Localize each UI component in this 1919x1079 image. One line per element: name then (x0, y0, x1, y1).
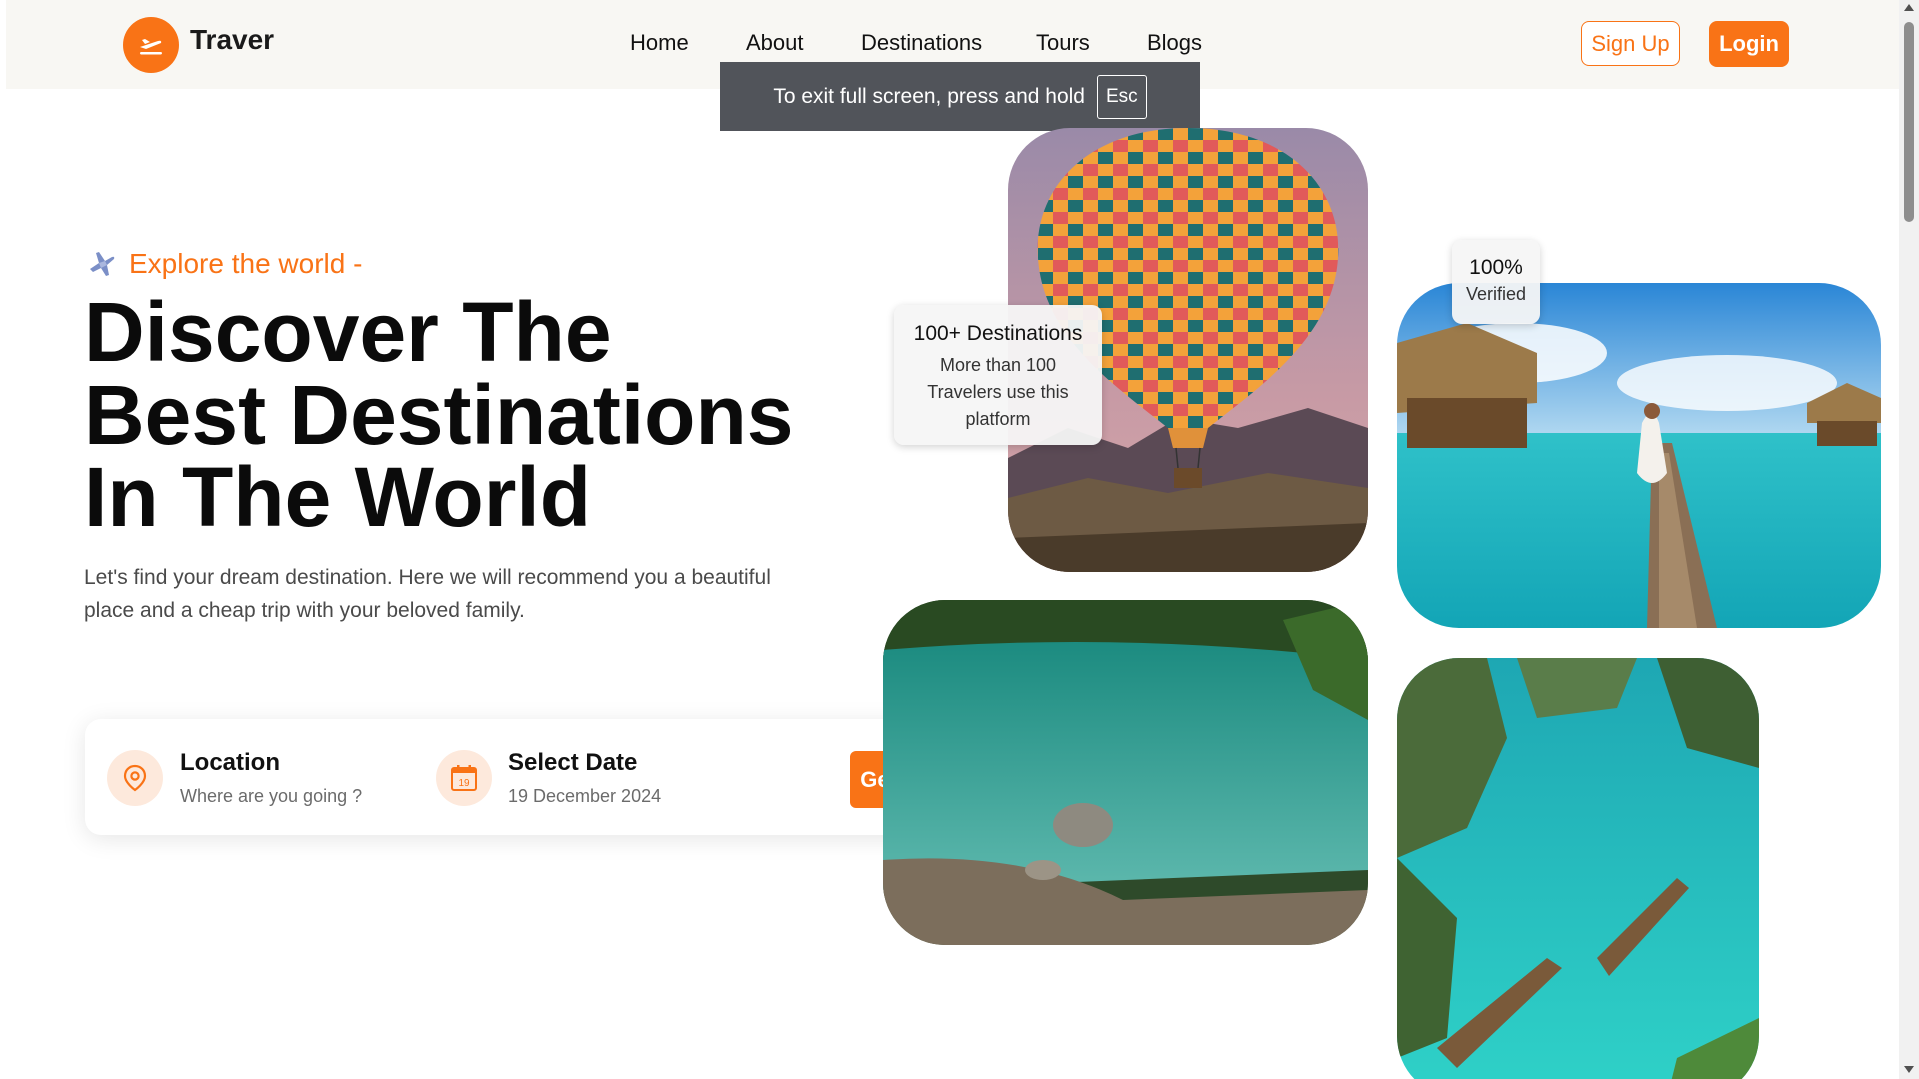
nav-blogs[interactable]: Blogs (1147, 30, 1202, 56)
verified-stat-label: Verified (1465, 284, 1527, 304)
map-pin-icon (107, 750, 163, 806)
nav-about[interactable]: About (746, 30, 804, 56)
hero-description: Let's find your dream destination. Here … (84, 566, 771, 622)
brand-name[interactable]: Traver (190, 24, 274, 56)
toast-text: To exit full screen, press and hold (773, 84, 1085, 108)
location-label: Location (180, 749, 280, 776)
location-input[interactable]: Where are you going ? (180, 786, 362, 807)
lake-image (883, 600, 1368, 945)
fullscreen-toast: To exit full screen, press and hold Esc (720, 62, 1200, 131)
hero-title-line-1: Discover The (84, 285, 612, 379)
lagoon-image (1397, 658, 1759, 1079)
scroll-thumb[interactable] (1904, 22, 1914, 222)
date-label: Select Date (508, 749, 638, 776)
destinations-stat-title: 100+ Destinations (913, 322, 1083, 345)
verified-stat-card: 100% Verified (1452, 240, 1540, 324)
esc-key-badge: Esc (1096, 74, 1147, 119)
tagline-text: Explore the world - (129, 248, 363, 279)
page: Traver Home About Destinations Tours Blo… (0, 0, 1899, 1079)
airplane-icon (90, 252, 115, 276)
hero-title-line-2: Best Destinations (84, 368, 794, 462)
calendar-icon[interactable]: 19 (436, 750, 492, 806)
verified-stat-value: 100% (1469, 256, 1523, 279)
svg-text:19: 19 (458, 778, 470, 789)
hero-title-line-3: In The World (84, 450, 592, 544)
destinations-stat-card: 100+ Destinations More than 100 Traveler… (894, 305, 1102, 445)
page-scrollbar[interactable] (1899, 0, 1919, 1079)
hero-tagline: Explore the world - (87, 248, 362, 280)
scroll-up-arrow-icon[interactable] (1904, 4, 1914, 11)
date-input[interactable]: 19 December 2024 (508, 786, 661, 807)
search-card: Location Where are you going ? 19 Select… (85, 719, 1013, 835)
nav-home[interactable]: Home (630, 30, 689, 56)
nav-tours[interactable]: Tours (1036, 30, 1090, 56)
maldives-image (1397, 283, 1881, 628)
signup-button[interactable]: Sign Up (1581, 21, 1680, 66)
nav-destinations[interactable]: Destinations (861, 30, 982, 56)
login-button[interactable]: Login (1709, 21, 1789, 67)
scroll-down-arrow-icon[interactable] (1904, 1066, 1914, 1073)
logo-icon[interactable] (123, 17, 179, 73)
destinations-stat-desc: More than 100 Travelers use this platfor… (927, 355, 1069, 429)
